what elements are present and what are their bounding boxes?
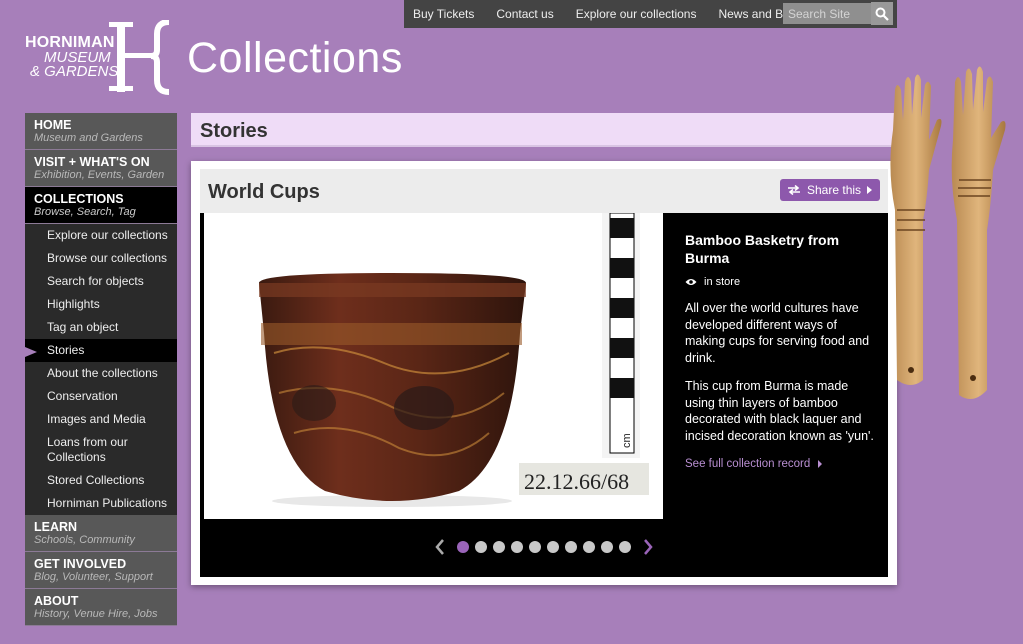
story-panel: World Cups Share this 22.12.66/68 cm Bam…: [191, 161, 897, 585]
chevron-right-icon: [818, 460, 823, 468]
carousel-dot[interactable]: [601, 541, 613, 553]
logo-line-gardens: & GARDENS: [30, 63, 119, 80]
chevron-right-icon: [644, 539, 653, 555]
scale-unit-label: cm: [621, 433, 633, 448]
accession-number-label: 22.12.66/68: [524, 469, 629, 494]
page-header: Stories: [191, 113, 897, 147]
carousel-prev-button[interactable]: [432, 537, 448, 557]
share-label: Share this: [807, 183, 862, 197]
chevron-left-icon: [435, 539, 444, 555]
carousel-dot[interactable]: [475, 541, 487, 553]
sidebar-section-learn[interactable]: LEARN Schools, Community: [25, 515, 177, 552]
topnav-explore-collections[interactable]: Explore our collections: [576, 7, 697, 21]
description-paragraph-1: All over the world cultures have develop…: [685, 301, 870, 365]
share-button[interactable]: Share this: [780, 179, 880, 201]
eye-icon: [685, 279, 697, 285]
collections-submenu: Explore our collections Browse our colle…: [25, 224, 177, 515]
sidebar-item-about-collections[interactable]: About the collections: [25, 362, 177, 385]
carousel-dot[interactable]: [583, 541, 595, 553]
share-arrow-icon: [867, 186, 873, 194]
collection-record-label: See full collection record: [685, 458, 811, 470]
sidebar-section-home[interactable]: HOME Museum and Gardens: [25, 113, 177, 150]
story-header: World Cups Share this: [200, 169, 888, 213]
sidebar-item-stories[interactable]: Stories: [25, 339, 177, 362]
lacquer-cup-image: 22.12.66/68 cm: [259, 213, 649, 507]
carousel-dot[interactable]: [547, 541, 559, 553]
carousel-dots: [454, 541, 634, 553]
sidebar-section-title: GET INVOLVED: [34, 557, 127, 571]
page-title: Stories: [200, 120, 268, 142]
sidebar-section-collections[interactable]: COLLECTIONS Browse, Search, Tag: [25, 187, 177, 224]
carousel-dot[interactable]: [511, 541, 523, 553]
sidebar-item-search-objects[interactable]: Search for objects: [25, 270, 177, 293]
object-photo[interactable]: 22.12.66/68 cm: [204, 213, 663, 519]
object-title: Bamboo Basketry from Burma: [685, 232, 840, 266]
object-status: in store: [685, 276, 875, 288]
carousel-dot[interactable]: [619, 541, 631, 553]
sidebar-section-title: ABOUT: [34, 594, 79, 608]
sidebar-section-get-involved[interactable]: GET INVOLVED Blog, Volunteer, Support: [25, 552, 177, 589]
story-slide: 22.12.66/68 cm Bamboo Basketry from Burm…: [200, 213, 888, 577]
horniman-h-logo-mark: [109, 20, 170, 95]
sidebar-item-images-media[interactable]: Images and Media: [25, 408, 177, 431]
sidebar-section-title: HOME: [34, 118, 72, 132]
sidebar-section-title: COLLECTIONS: [34, 192, 124, 206]
sidebar-item-highlights[interactable]: Highlights: [25, 293, 177, 316]
collection-record-link[interactable]: See full collection record: [685, 458, 875, 470]
sidebar-item-stored-collections[interactable]: Stored Collections: [25, 469, 177, 492]
description-paragraph-2: This cup from Burma is made using thin l…: [685, 379, 874, 443]
sidebar-section-title: VISIT + WHAT'S ON: [34, 155, 150, 169]
carousel-dot[interactable]: [565, 541, 577, 553]
share-arrows-icon: [788, 185, 800, 195]
carousel-next-button[interactable]: [640, 537, 656, 557]
sidebar-navigation: HOME Museum and Gardens VISIT + WHAT'S O…: [25, 113, 177, 626]
sidebar-item-browse[interactable]: Browse our collections: [25, 247, 177, 270]
search-button[interactable]: [871, 2, 893, 25]
sidebar-section-subtitle: History, Venue Hire, Jobs: [34, 608, 158, 620]
topnav-contact-us[interactable]: Contact us: [496, 7, 553, 21]
search-icon: [875, 7, 889, 21]
sidebar-section-about[interactable]: ABOUT History, Venue Hire, Jobs: [25, 589, 177, 626]
carousel-dot[interactable]: [493, 541, 505, 553]
carousel-dot[interactable]: [529, 541, 541, 553]
sidebar-section-subtitle: Schools, Community: [34, 534, 135, 546]
status-text: in store: [704, 276, 741, 288]
sidebar-section-visit[interactable]: VISIT + WHAT'S ON Exhibition, Events, Ga…: [25, 150, 177, 187]
sidebar-item-conservation[interactable]: Conservation: [25, 385, 177, 408]
carousel-pager: [200, 535, 888, 559]
sidebar-section-subtitle: Blog, Volunteer, Support: [34, 571, 153, 583]
top-navigation: Buy Tickets Contact us Explore our colle…: [404, 0, 897, 28]
sidebar-item-loans[interactable]: Loans from our Collections: [25, 431, 177, 469]
sidebar-item-tag-object[interactable]: Tag an object: [25, 316, 177, 339]
sidebar-section-title: LEARN: [34, 520, 78, 534]
search-input[interactable]: [783, 3, 871, 24]
sidebar-section-subtitle: Exhibition, Events, Garden: [34, 169, 165, 181]
collections-title: Collections: [187, 34, 403, 82]
carved-hands-decoration: [890, 66, 1006, 399]
carousel-dot[interactable]: [457, 541, 469, 553]
topnav-buy-tickets[interactable]: Buy Tickets: [413, 7, 474, 21]
story-title: World Cups: [208, 181, 320, 203]
site-logo[interactable]: HORNIMAN MUSEUM & GARDENS Collections: [25, 20, 405, 95]
object-info: Bamboo Basketry from Burma in store All …: [685, 231, 875, 470]
sidebar-section-subtitle: Browse, Search, Tag: [34, 206, 136, 218]
sidebar-section-subtitle: Museum and Gardens: [34, 132, 143, 144]
sidebar-item-explore[interactable]: Explore our collections: [25, 224, 177, 247]
sidebar-item-publications[interactable]: Horniman Publications: [25, 492, 177, 515]
